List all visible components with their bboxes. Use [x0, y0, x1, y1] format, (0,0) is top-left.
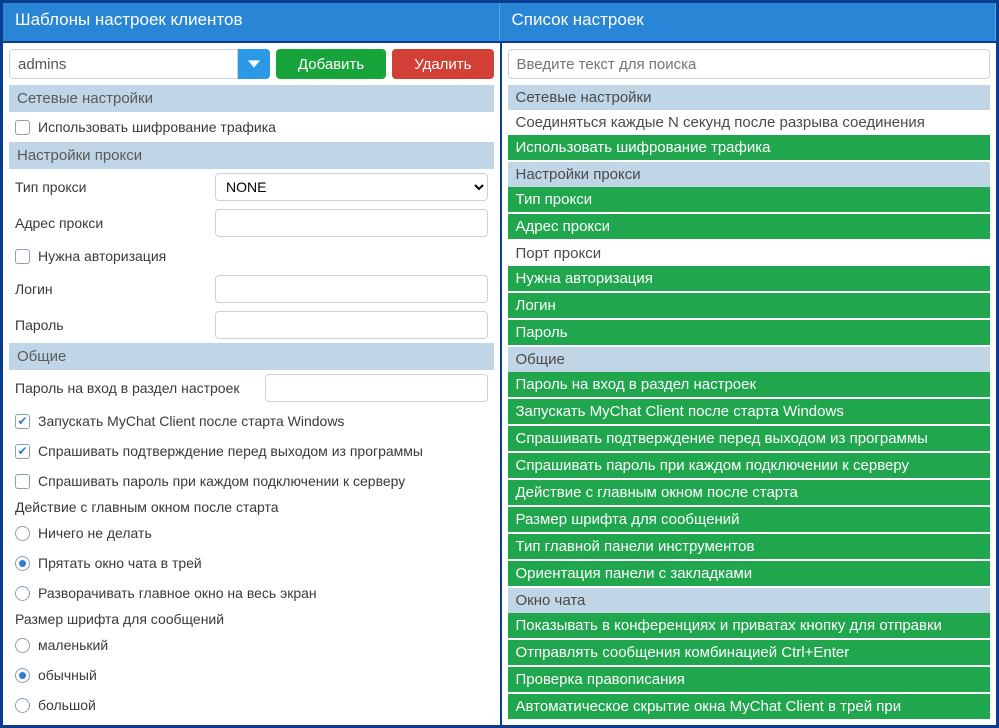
password-label: Пароль [15, 317, 215, 333]
font-size-caption: Размер шрифта для сообщений [9, 608, 494, 630]
search-input[interactable] [508, 49, 991, 79]
delete-button[interactable]: Удалить [392, 49, 493, 79]
settings-item[interactable]: Запускать MyChat Client после старта Win… [508, 399, 991, 426]
radio-fs-big[interactable] [15, 698, 30, 713]
settings-item[interactable]: Соединяться каждые N секунд после разрыв… [508, 110, 991, 135]
encrypt-label: Использовать шифрование трафика [38, 119, 488, 135]
template-select[interactable] [9, 49, 270, 79]
settings-item[interactable]: Автоматическое скрытие окна MyChat Clien… [508, 694, 991, 721]
confirm-exit-checkbox[interactable] [15, 444, 30, 459]
settings-item[interactable]: Тип главной панели инструментов [508, 534, 991, 561]
settings-item[interactable]: Пароль [508, 320, 991, 347]
settings-item[interactable]: Логин [508, 293, 991, 320]
settings-item[interactable]: Спрашивать пароль при каждом подключении… [508, 453, 991, 480]
settings-item: Сетевые настройки [508, 85, 991, 110]
proxy-type-label: Тип прокси [15, 179, 215, 195]
settings-item[interactable]: Порт прокси [508, 241, 991, 266]
settings-item[interactable]: Адрес прокси [508, 214, 991, 241]
settings-pass-input[interactable] [265, 374, 488, 402]
right-scroll[interactable]: Сетевые настройкиСоединяться каждые N се… [508, 85, 991, 725]
ask-pass-checkbox[interactable] [15, 474, 30, 489]
section-general: Общие [9, 343, 494, 370]
top-tabs: Шаблоны настроек клиентов Список настрое… [3, 3, 996, 41]
settings-item[interactable]: Действие с главным окном после старта [508, 480, 991, 507]
section-network: Сетевые настройки [9, 85, 494, 112]
settings-item[interactable]: Ориентация панели с закладками [508, 561, 991, 588]
login-input[interactable] [215, 275, 488, 303]
right-pane: Сетевые настройкиСоединяться каждые N се… [500, 43, 997, 725]
settings-item: Настройки прокси [508, 162, 991, 187]
settings-item: Общие [508, 347, 991, 372]
app-frame: Шаблоны настроек клиентов Список настрое… [0, 0, 999, 728]
radio-do-nothing[interactable] [15, 526, 30, 541]
settings-item[interactable]: Нужна авторизация [508, 266, 991, 293]
radio-fs-big-label: большой [38, 697, 488, 713]
template-select-input[interactable] [9, 49, 238, 79]
encrypt-checkbox[interactable] [15, 120, 30, 135]
settings-item[interactable]: Отправлять сообщения комбинацией Ctrl+En… [508, 640, 991, 667]
settings-item[interactable]: Спрашивать подтверждение перед выходом и… [508, 426, 991, 453]
ask-pass-label: Спрашивать пароль при каждом подключении… [38, 473, 488, 489]
settings-item[interactable]: Проверка правописания [508, 667, 991, 694]
autostart-label: Запускать MyChat Client после старта Win… [38, 413, 488, 429]
settings-item[interactable]: Тип прокси [508, 187, 991, 214]
proxy-addr-input[interactable] [215, 209, 488, 237]
tab-settings-list[interactable]: Список настроек [500, 3, 997, 41]
settings-item: Окно чата [508, 588, 991, 613]
tab-templates[interactable]: Шаблоны настроек клиентов [3, 3, 500, 41]
radio-do-nothing-label: Ничего не делать [38, 525, 488, 541]
autostart-checkbox[interactable] [15, 414, 30, 429]
need-auth-label: Нужна авторизация [38, 248, 488, 264]
radio-fs-normal-label: обычный [38, 667, 488, 683]
settings-item[interactable]: Размер шрифта для сообщений [508, 507, 991, 534]
proxy-type-select[interactable]: NONE [215, 173, 488, 201]
radio-fs-normal[interactable] [15, 668, 30, 683]
radio-hide-tray-label: Прятать окно чата в трей [38, 555, 488, 571]
settings-item[interactable]: Пароль на вход в раздел настроек [508, 372, 991, 399]
chevron-down-icon [248, 58, 260, 70]
need-auth-checkbox[interactable] [15, 249, 30, 264]
settings-item[interactable]: Использовать шифрование трафика [508, 135, 991, 162]
confirm-exit-label: Спрашивать подтверждение перед выходом и… [38, 443, 488, 459]
left-scroll[interactable]: Сетевые настройки Использовать шифровани… [9, 85, 494, 725]
left-pane: Добавить Удалить Сетевые настройки Испол… [3, 43, 500, 725]
main-window-action-caption: Действие с главным окном после старта [9, 496, 494, 518]
section-proxy: Настройки прокси [9, 142, 494, 169]
radio-maximize-label: Разворачивать главное окно на весь экран [38, 585, 488, 601]
radio-maximize[interactable] [15, 586, 30, 601]
settings-pass-label: Пароль на вход в раздел настроек [15, 380, 265, 396]
radio-hide-tray[interactable] [15, 556, 30, 571]
content: Добавить Удалить Сетевые настройки Испол… [3, 41, 996, 725]
password-input[interactable] [215, 311, 488, 339]
left-toolbar: Добавить Удалить [9, 49, 494, 79]
radio-fs-small-label: маленький [38, 637, 488, 653]
radio-fs-small[interactable] [15, 638, 30, 653]
add-button[interactable]: Добавить [276, 49, 386, 79]
template-select-caret[interactable] [238, 49, 270, 79]
proxy-addr-label: Адрес прокси [15, 215, 215, 231]
settings-item[interactable]: Показывать в конференциях и приватах кно… [508, 613, 991, 640]
login-label: Логин [15, 281, 215, 297]
